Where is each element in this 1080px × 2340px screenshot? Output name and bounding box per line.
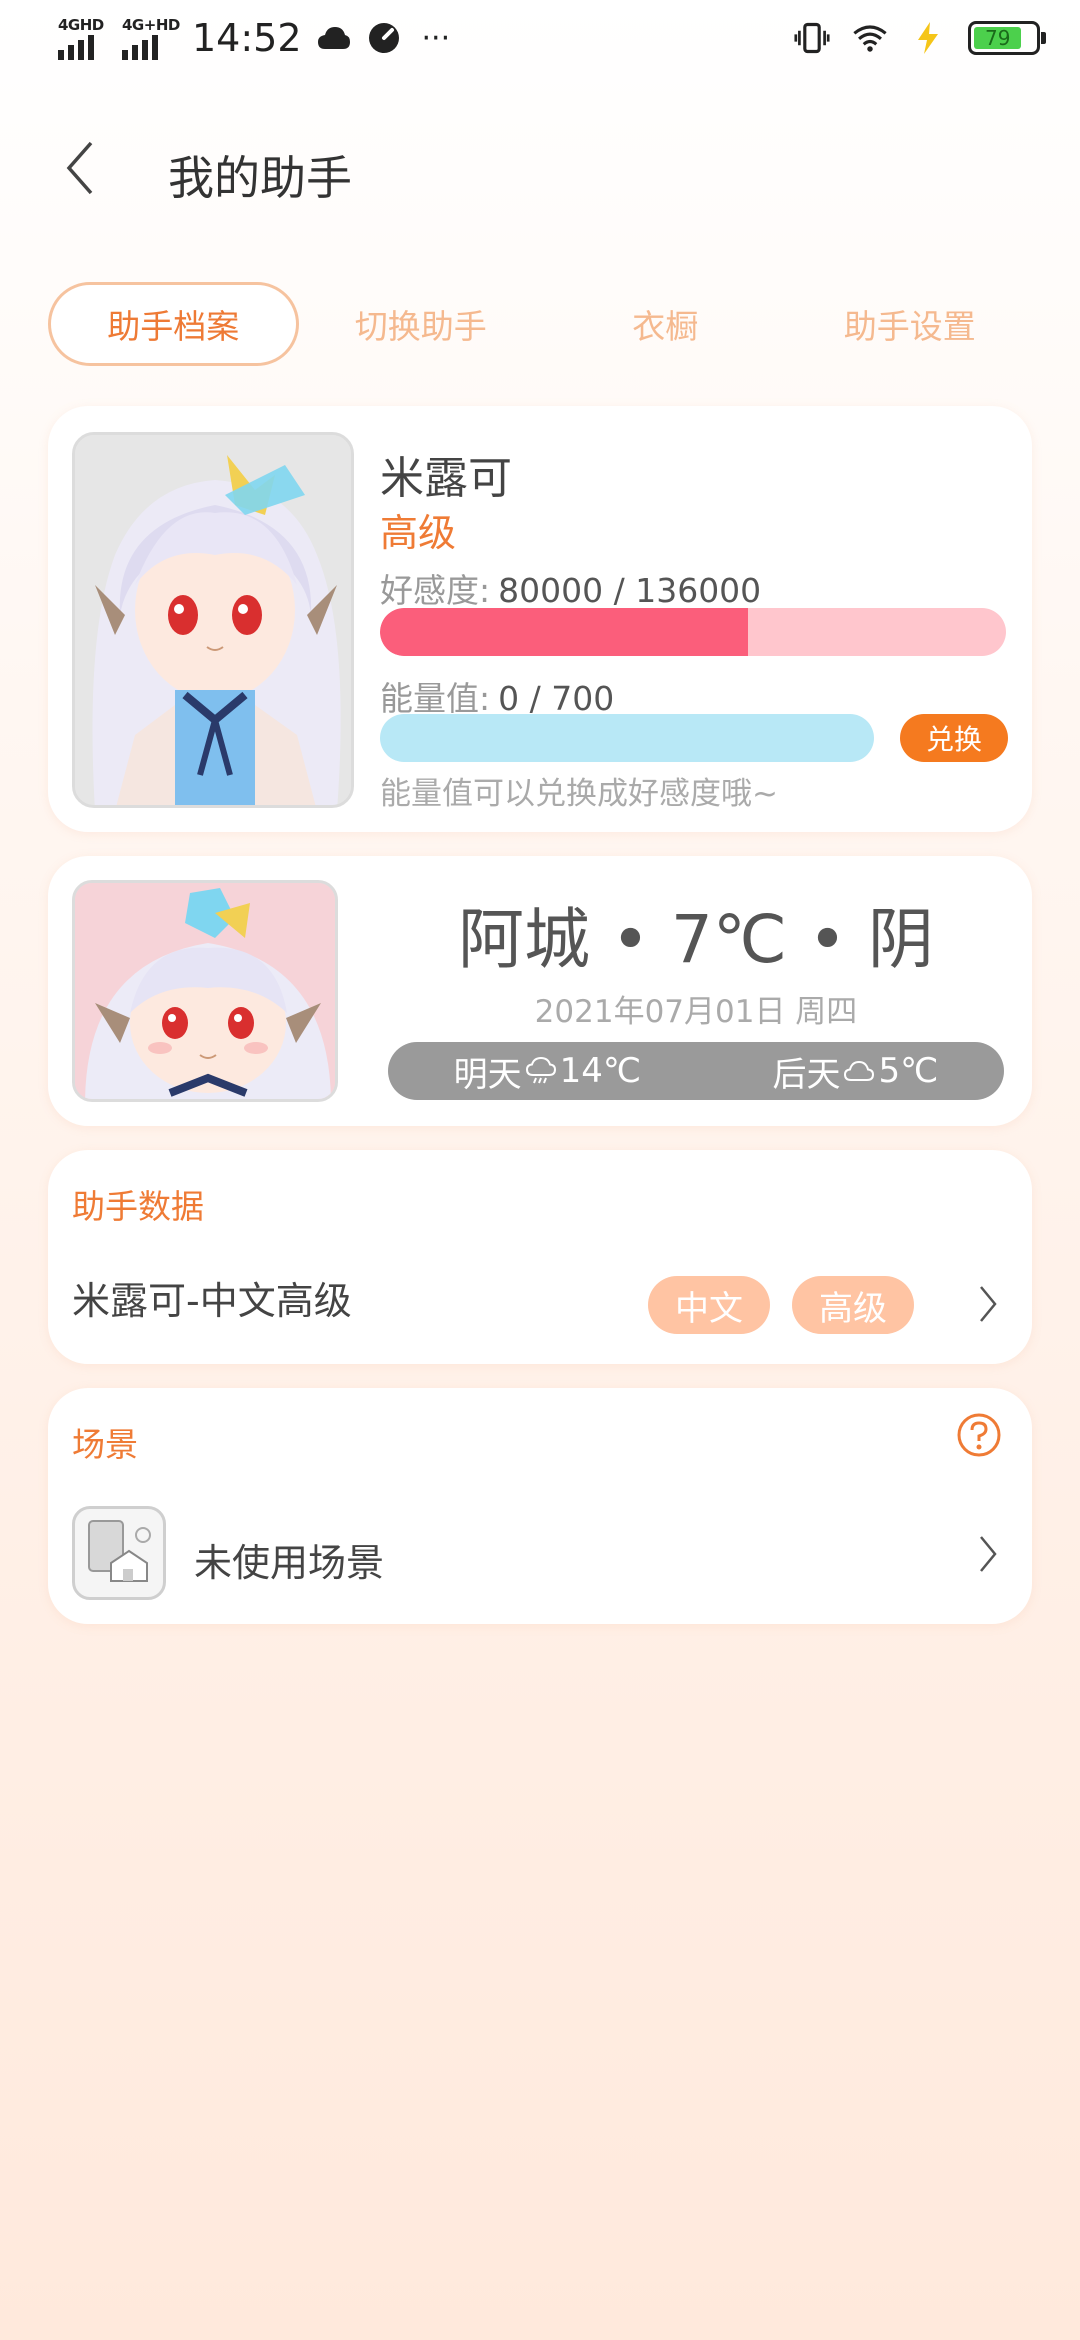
favor-label: 好感度: 80000 / 136000 [380,564,761,612]
sim1-label: 4GHD [58,16,104,34]
forecast-day-after: 后天 5℃ [772,1047,938,1096]
language-tag: 中文 [648,1276,770,1334]
forecast-tomorrow: 明天 14℃ [454,1047,641,1096]
weather-card[interactable]: 阿城 • 7℃ • 阴 2021年07月01日 周四 明天 14℃ 后天 5℃ [48,856,1032,1126]
scene-item[interactable]: 未使用场景 [194,1532,384,1587]
status-time: 14:52 [192,16,302,60]
energy-progress-bar [380,714,874,762]
energy-hint: 能量值可以兑换成好感度哦~ [380,776,778,812]
weather-headline: 阿城 • 7℃ • 阴 [458,901,934,978]
favor-progress-bar [380,608,1006,656]
assistant-chibi-avatar [72,880,338,1102]
rain-cloud-icon [525,1057,556,1084]
more-notifications-icon: ··· [421,20,451,56]
weather-forecast: 明天 14℃ 后天 5℃ [388,1042,1004,1100]
forecast-tomorrow-temp: 14℃ [559,1051,642,1091]
cloud-icon [316,20,352,56]
energy-value: 0 / 700 [498,679,615,718]
forecast-tomorrow-label: 明天 [453,1054,522,1095]
exchange-button[interactable]: 兑换 [900,714,1008,762]
favor-progress-fill [380,608,749,656]
favor-value: 80000 / 136000 [498,571,762,610]
vibrate-icon [794,20,830,56]
scene-title: 场景 [72,1425,138,1464]
cloud-icon [844,1060,875,1081]
energy-label-text: 能量值: [380,679,491,718]
tab-bar: 助手档案 切换助手 衣橱 助手设置 [48,282,1032,366]
forecast-day-after-temp: 5℃ [878,1051,939,1091]
assistant-data-item[interactable]: 米露可-中文高级 [72,1270,352,1325]
assistant-data-title: 助手数据 [72,1187,204,1226]
tab-profile[interactable]: 助手档案 [48,282,299,366]
assistant-portrait [72,432,354,808]
chevron-left-icon [66,141,93,195]
page-title: 我的助手 [168,151,352,205]
forecast-day-after-label: 后天 [772,1054,841,1095]
chevron-right-icon [980,1536,997,1572]
tab-wardrobe[interactable]: 衣橱 [543,282,788,366]
status-bar-left: 4GHD 4G+HD 14:52 ··· [58,16,450,60]
assistant-level: 高级 [380,511,457,555]
favor-label-text: 好感度: [380,571,491,610]
level-tag: 高级 [792,1276,914,1334]
scene-card: 场景 未使用场景 [48,1388,1032,1624]
speed-icon [366,20,402,56]
battery-level: 79 [974,26,1022,50]
tab-assistant-settings[interactable]: 助手设置 [788,282,1033,366]
signal-icon-2: 4G+HD [122,16,180,60]
charging-icon [910,20,946,56]
scene-chevron[interactable] [968,1530,1008,1578]
assistant-data-chevron[interactable] [968,1280,1008,1328]
profile-card: 米露可 高级 好感度: 80000 / 136000 能量值: 0 / 700 兑换… [48,406,1032,832]
scene-thumbnail-icon [72,1506,166,1600]
back-button[interactable] [50,138,110,198]
battery-icon: 79 [968,21,1046,55]
wifi-icon [852,20,888,56]
assistant-name: 米露可 [380,453,512,504]
status-bar: 4GHD 4G+HD 14:52 ··· 79 [0,0,1080,84]
status-bar-right: 79 [794,20,1046,56]
chevron-right-icon [980,1286,997,1322]
signal-icon: 4GHD [58,16,108,60]
assistant-data-card: 助手数据 米露可-中文高级 中文 高级 [48,1150,1032,1364]
energy-label: 能量值: 0 / 700 [380,672,614,720]
header: 我的助手 [0,120,1080,220]
help-icon[interactable] [956,1412,1002,1458]
sim2-label: 4G+HD [122,16,180,34]
weather-date: 2021年07月01日 周四 [534,994,858,1030]
tab-switch-assistant[interactable]: 切换助手 [299,282,544,366]
